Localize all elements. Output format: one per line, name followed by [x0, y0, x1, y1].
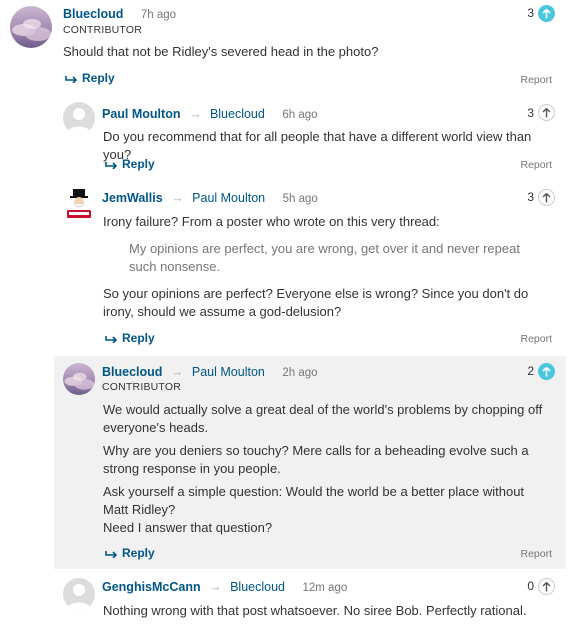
reply-arrow-icon	[105, 162, 118, 169]
reply-label: Reply	[122, 157, 155, 171]
comment-body: Nothing wrong with that post whatsoever.…	[103, 602, 553, 620]
avatar-cloud-image	[63, 363, 95, 395]
comment-paragraph: We would actually solve a great deal of …	[103, 402, 543, 435]
comment-paragraph: So your opinions are perfect? Everyone e…	[103, 286, 529, 319]
reply-arrow-icon	[105, 336, 118, 343]
avatar[interactable]	[10, 6, 52, 48]
avatar[interactable]	[63, 188, 95, 220]
reply-label: Reply	[122, 546, 155, 560]
recommend-button[interactable]	[538, 104, 555, 121]
up-arrow-icon	[542, 366, 551, 376]
comment-paragraph: Need I answer that question?	[103, 520, 273, 535]
comment-body: Do you recommend that for all people tha…	[103, 128, 553, 164]
recommend-button[interactable]	[538, 189, 555, 206]
recommend-count: 3	[527, 190, 534, 204]
recommend-count: 0	[527, 579, 534, 593]
timestamp[interactable]: 12m ago	[302, 582, 347, 594]
monopoly-man-avatar	[63, 188, 95, 220]
comment-paragraph: Why are you deniers so touchy? Mere call…	[103, 443, 529, 476]
timestamp[interactable]: 5h ago	[283, 193, 318, 205]
author-name[interactable]: Bluecloud	[102, 365, 162, 379]
comment-meta: Bluecloud 7h ago	[63, 6, 176, 23]
comment-body: Why are you deniers so touchy? Mere call…	[103, 442, 543, 478]
comment-body: So your opinions are perfect? Everyone e…	[103, 285, 548, 321]
reply-to-name[interactable]: Paul Moulton	[192, 191, 265, 205]
recommend-button[interactable]	[538, 5, 555, 22]
comment-body: Should that not be Ridley's severed head…	[63, 43, 543, 61]
quoted-text: My opinions are perfect, you are wrong, …	[129, 241, 520, 274]
report-link[interactable]: Report	[520, 548, 552, 560]
reply-arrow-icon	[65, 76, 78, 83]
recommend-count: 3	[527, 106, 534, 120]
report-link[interactable]: Report	[520, 74, 552, 86]
contributor-badge: CONTRIBUTOR	[102, 381, 182, 393]
reply-to-name[interactable]: Bluecloud	[230, 580, 285, 594]
right-arrow-icon: →	[209, 580, 222, 594]
comment-meta: Paul Moulton → Bluecloud 6h ago	[102, 106, 318, 123]
avatar[interactable]	[63, 363, 95, 395]
report-link[interactable]: Report	[520, 333, 552, 345]
reply-to-name[interactable]: Paul Moulton	[192, 365, 265, 379]
up-arrow-icon	[542, 192, 551, 202]
recommend-button[interactable]	[538, 363, 555, 380]
avatar-cloud-image	[10, 6, 52, 48]
contributor-badge: CONTRIBUTOR	[63, 24, 143, 36]
author-name[interactable]: Bluecloud	[63, 7, 123, 21]
timestamp[interactable]: 6h ago	[282, 109, 317, 121]
recommend-count: 3	[527, 6, 534, 20]
up-arrow-icon	[542, 107, 551, 117]
default-avatar-icon	[63, 578, 95, 610]
comment-body: Irony failure? From a poster who wrote o…	[103, 213, 548, 231]
comment-paragraph: Nothing wrong with that post whatsoever.…	[103, 603, 527, 618]
comment-meta: Bluecloud → Paul Moulton 2h ago	[102, 364, 318, 381]
reply-label: Reply	[122, 331, 155, 345]
recommend-count: 2	[527, 364, 534, 378]
comment-paragraph: Ask yourself a simple question: Would th…	[103, 484, 525, 517]
comment-paragraph: Irony failure? From a poster who wrote o…	[103, 214, 440, 229]
right-arrow-icon: →	[188, 107, 202, 121]
up-arrow-icon	[542, 581, 551, 591]
reply-arrow-icon	[105, 551, 118, 558]
comment-meta: JemWallis → Paul Moulton 5h ago	[102, 190, 318, 207]
timestamp[interactable]: 2h ago	[282, 367, 317, 379]
author-name[interactable]: GenghisMcCann	[102, 580, 201, 594]
reply-label: Reply	[82, 71, 115, 85]
author-name[interactable]: JemWallis	[102, 191, 163, 205]
comment-meta: GenghisMcCann → Bluecloud 12m ago	[102, 579, 347, 596]
avatar[interactable]	[63, 578, 95, 610]
reply-button[interactable]: Reply	[105, 157, 155, 171]
comment-body: We would actually solve a great deal of …	[103, 401, 543, 437]
up-arrow-icon	[542, 8, 551, 18]
reply-to-name[interactable]: Bluecloud	[210, 107, 265, 121]
reply-button[interactable]: Reply	[105, 331, 155, 345]
comment-body: Ask yourself a simple question: Would th…	[103, 483, 543, 537]
reply-button[interactable]: Reply	[65, 71, 115, 85]
right-arrow-icon: →	[170, 365, 184, 379]
author-name[interactable]: Paul Moulton	[102, 107, 180, 121]
recommend-button[interactable]	[538, 578, 555, 595]
comment-paragraph: Should that not be Ridley's severed head…	[63, 44, 379, 59]
comment-paragraph: Do you recommend that for all people tha…	[103, 129, 532, 162]
reply-button[interactable]: Reply	[105, 546, 155, 560]
right-arrow-icon: →	[171, 191, 184, 205]
timestamp[interactable]: 7h ago	[141, 9, 176, 21]
avatar[interactable]	[63, 102, 95, 134]
default-avatar-icon	[63, 102, 95, 134]
report-link[interactable]: Report	[520, 159, 552, 171]
